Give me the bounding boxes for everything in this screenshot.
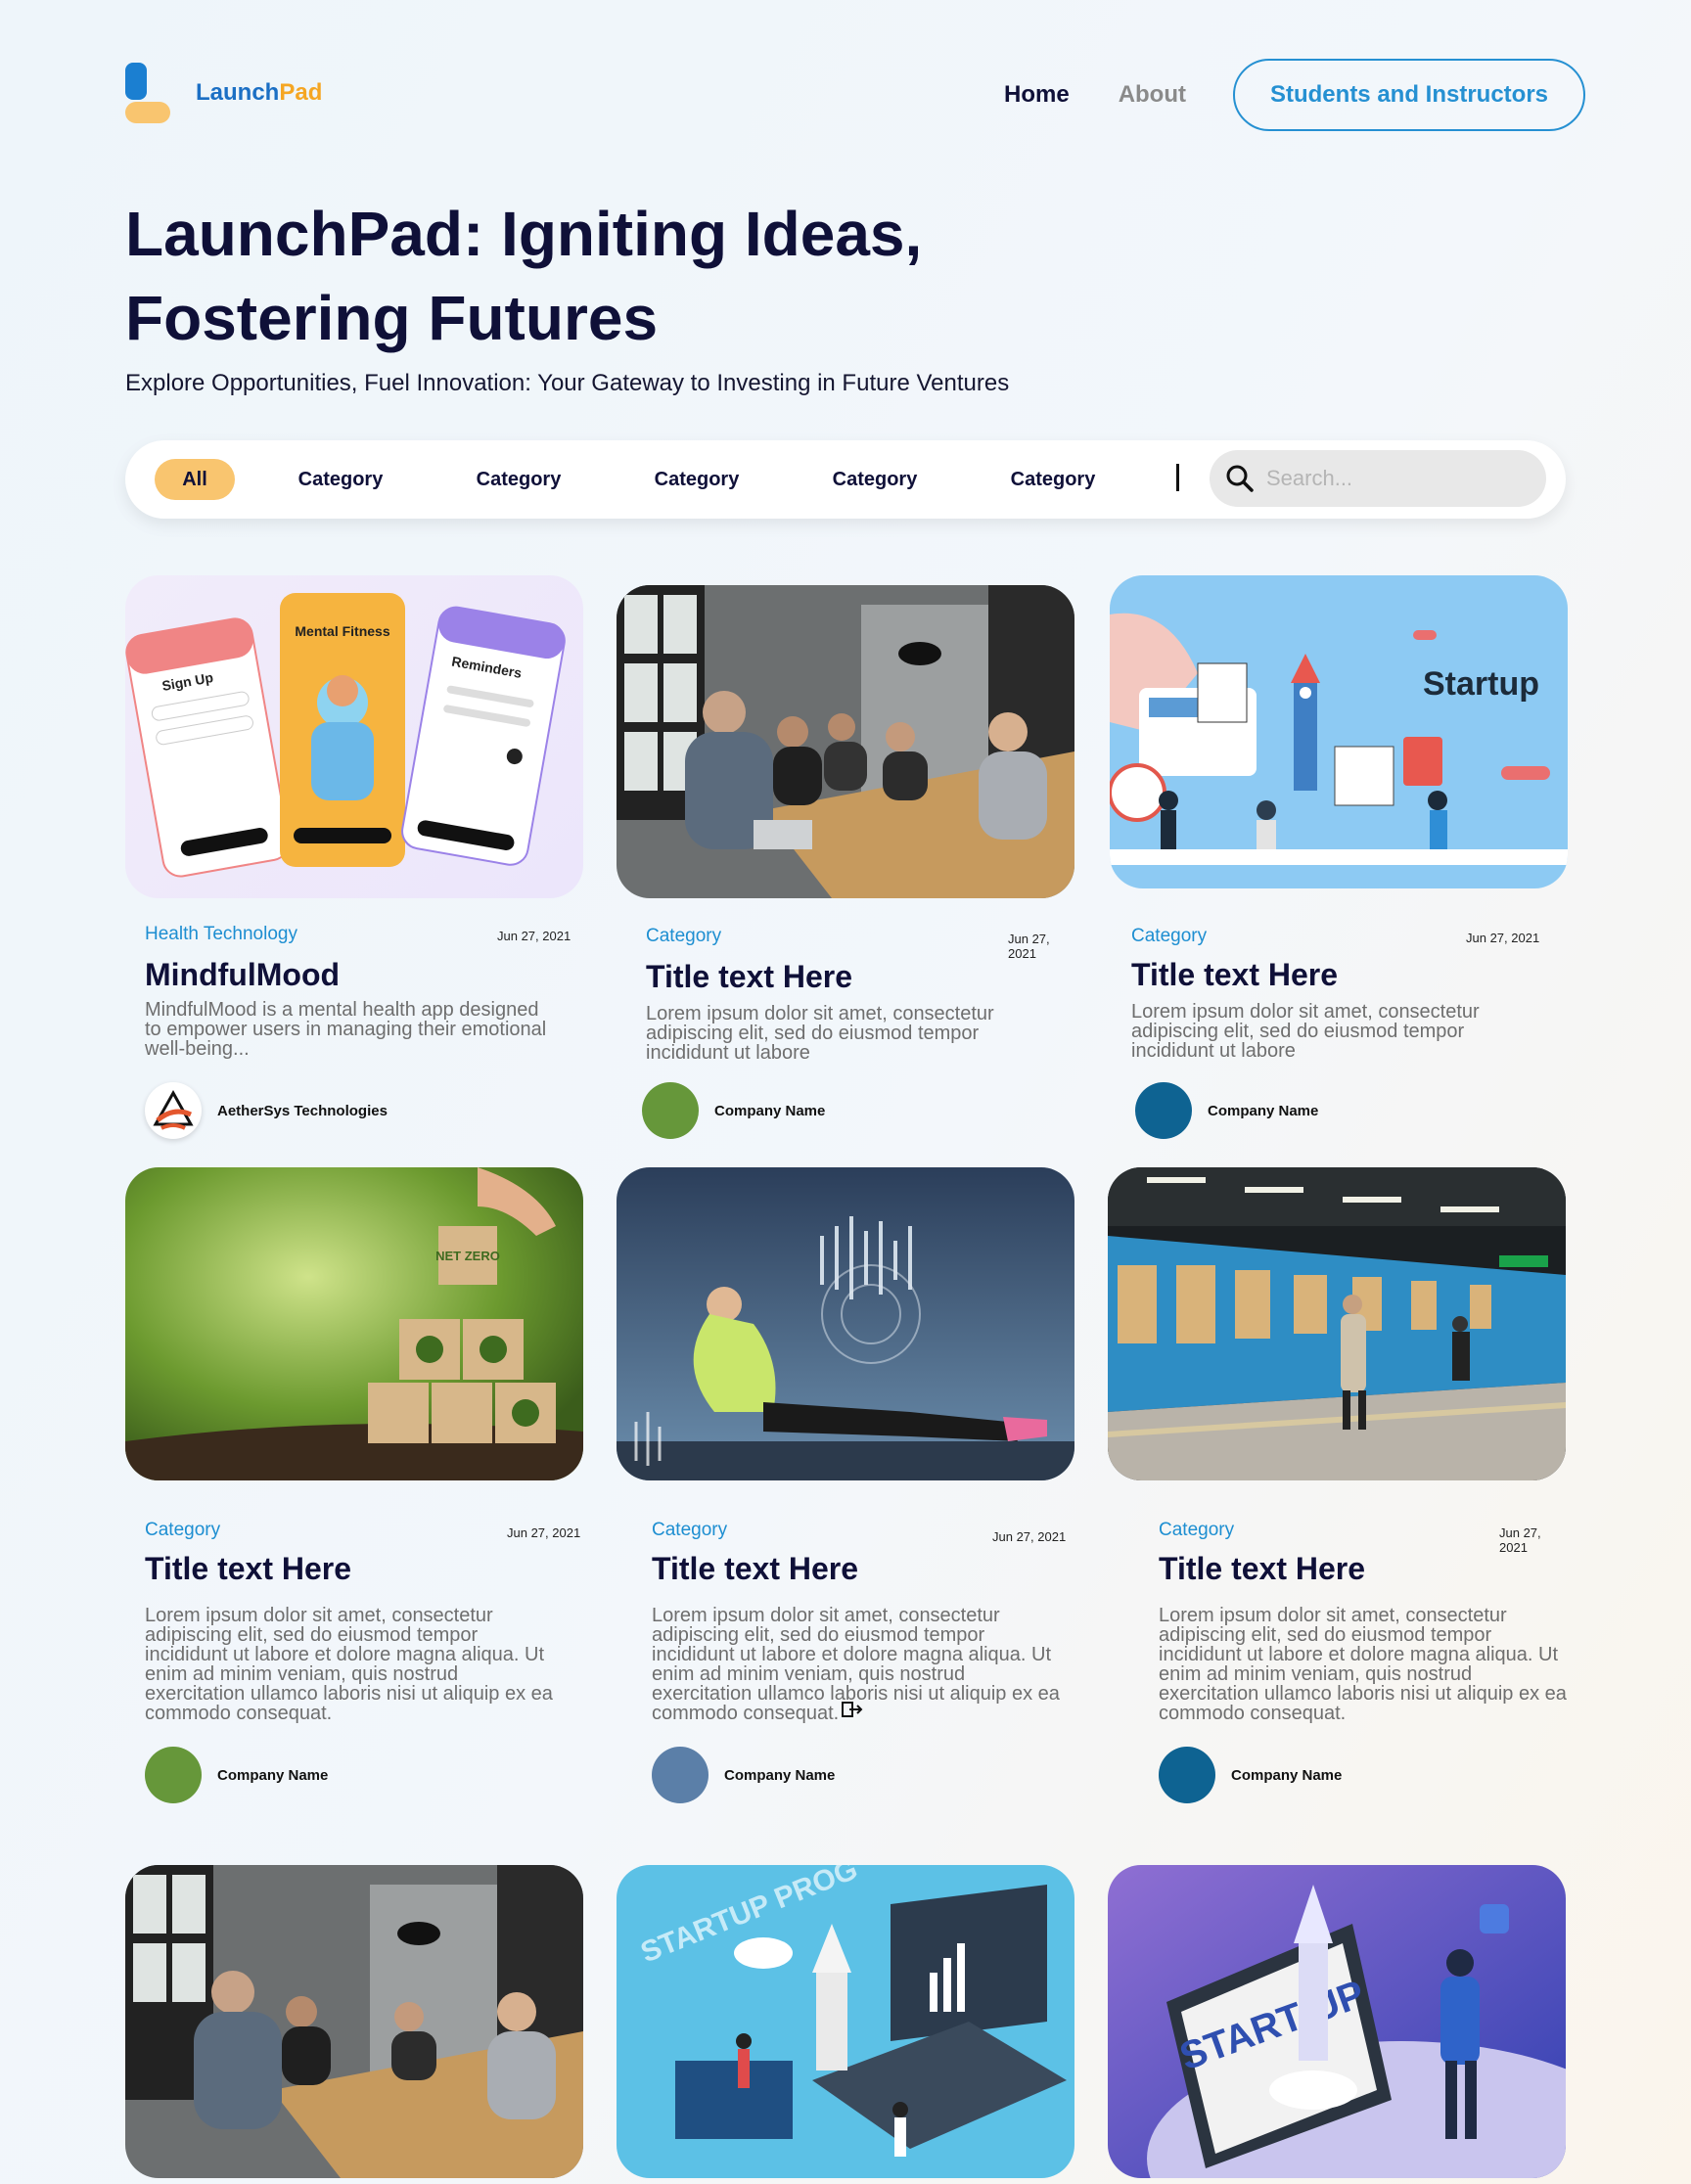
- nav-about[interactable]: About: [1119, 81, 1186, 109]
- filter-chip-category-5[interactable]: Category: [1004, 459, 1102, 500]
- students-instructors-button[interactable]: Students and Instructors: [1233, 59, 1585, 131]
- project-card[interactable]: Sign Up Mental Fitness Reminders Health: [125, 575, 583, 1143]
- company-name: Company Name: [724, 1766, 836, 1784]
- company-logo-icon: [145, 1082, 202, 1139]
- search-icon: [1226, 465, 1254, 492]
- brand-name-part2: Pad: [279, 79, 323, 106]
- project-card[interactable]: Category Jun 27, 2021 Title text Here Lo…: [617, 585, 1074, 1143]
- card-category[interactable]: Category: [646, 926, 721, 947]
- brand-name: LaunchPad: [196, 79, 322, 107]
- project-card[interactable]: STARTUP PROG: [617, 1865, 1074, 2178]
- card-date: Jun 27, 2021: [497, 929, 571, 943]
- brand-name-part1: Launch: [196, 79, 280, 106]
- card-title[interactable]: Title text Here: [1131, 957, 1338, 993]
- company-avatar: [642, 1082, 699, 1139]
- logo-mark-icon: [125, 63, 170, 123]
- card-title[interactable]: Title text Here: [1159, 1551, 1365, 1587]
- company-avatar: [1135, 1082, 1192, 1139]
- card-date: Jun 27, 2021: [1008, 932, 1050, 961]
- card-image-app-screens: Sign Up Mental Fitness Reminders: [125, 575, 583, 898]
- app-fitness-text: Mental Fitness: [295, 623, 389, 639]
- card-company[interactable]: Company Name: [1135, 1082, 1318, 1139]
- logout-cursor-icon: [842, 1702, 863, 1717]
- card-title[interactable]: MindfulMood: [145, 957, 340, 993]
- card-image-start-up-rocket: START UP: [1108, 1865, 1566, 2178]
- card-image-metro-train: [1108, 1167, 1566, 1480]
- card-image-fitness-tech: [617, 1167, 1074, 1480]
- company-name: Company Name: [714, 1102, 826, 1119]
- company-name: Company Name: [217, 1766, 329, 1784]
- company-name: AetherSys Technologies: [217, 1102, 388, 1119]
- card-category[interactable]: Category: [145, 1520, 220, 1541]
- card-category[interactable]: Category: [1131, 926, 1207, 947]
- project-card[interactable]: NET ZERO Category Jun 27, 2021 Title tex…: [125, 1167, 583, 1813]
- card-image-meeting-room: [125, 1865, 583, 2178]
- card-company[interactable]: Company Name: [652, 1747, 835, 1803]
- brand-logo[interactable]: LaunchPad: [125, 63, 322, 123]
- card-description: Lorem ipsum dolor sit amet, consectetur …: [145, 1605, 553, 1724]
- card-description: Lorem ipsum dolor sit amet, consectetur …: [1159, 1605, 1567, 1724]
- project-card[interactable]: START UP: [1108, 1865, 1566, 2178]
- card-category[interactable]: Category: [652, 1520, 727, 1541]
- page-title: LaunchPad: Igniting Ideas, Fostering Fut…: [125, 199, 923, 353]
- project-card[interactable]: Category Jun 27, 2021 Title text Here Lo…: [1108, 1167, 1567, 1813]
- search-input[interactable]: [1266, 466, 1531, 491]
- card-image-meeting-room: [617, 585, 1074, 898]
- card-description: Lorem ipsum dolor sit amet, consectetur …: [646, 1003, 994, 1064]
- card-date: Jun 27, 2021: [507, 1525, 581, 1540]
- card-description: MindfulMood is a mental health app desig…: [145, 999, 547, 1060]
- card-image-netzero-blocks: NET ZERO: [125, 1167, 583, 1480]
- card-title[interactable]: Title text Here: [646, 959, 852, 995]
- card-category[interactable]: Category: [1159, 1520, 1234, 1541]
- project-card[interactable]: [125, 1865, 583, 2178]
- card-company[interactable]: Company Name: [1159, 1747, 1342, 1803]
- card-description: Lorem ipsum dolor sit amet, consectetur …: [1131, 1001, 1480, 1062]
- search-box[interactable]: [1210, 450, 1546, 507]
- company-name: Company Name: [1208, 1102, 1319, 1119]
- nav-home[interactable]: Home: [1004, 81, 1070, 109]
- card-date: Jun 27, 2021: [1466, 931, 1540, 945]
- card-title[interactable]: Title text Here: [145, 1551, 351, 1587]
- main-nav: Home About Students and Instructors: [1004, 59, 1585, 131]
- card-date: Jun 27, 2021: [1499, 1525, 1541, 1555]
- filter-chip-category-3[interactable]: Category: [648, 459, 746, 500]
- card-company[interactable]: Company Name: [642, 1082, 825, 1139]
- company-avatar: [145, 1747, 202, 1803]
- card-date: Jun 27, 2021: [992, 1529, 1067, 1544]
- card-image-startup-program: STARTUP PROG: [617, 1865, 1074, 2178]
- page-subtitle: Explore Opportunities, Fuel Innovation: …: [125, 370, 1010, 396]
- project-card[interactable]: Startup Category Jun 27, 2021 Title text…: [1110, 575, 1568, 1143]
- filter-bar: All Category Category Category Category …: [125, 440, 1566, 519]
- filter-divider: [1176, 464, 1179, 491]
- card-image-startup-illustration: Startup: [1110, 575, 1568, 888]
- card-category[interactable]: Health Technology: [145, 924, 297, 945]
- startup-illustration-title: Startup: [1423, 665, 1539, 703]
- card-company[interactable]: AetherSys Technologies: [145, 1082, 388, 1139]
- card-company[interactable]: Company Name: [145, 1747, 328, 1803]
- netzero-text: NET ZERO: [435, 1249, 500, 1263]
- filter-chip-category-1[interactable]: Category: [292, 459, 389, 500]
- filter-chip-category-4[interactable]: Category: [826, 459, 924, 500]
- company-avatar: [652, 1747, 708, 1803]
- card-title[interactable]: Title text Here: [652, 1551, 858, 1587]
- company-name: Company Name: [1231, 1766, 1343, 1784]
- company-avatar: [1159, 1747, 1215, 1803]
- filter-chip-category-2[interactable]: Category: [470, 459, 568, 500]
- filter-chip-all[interactable]: All: [155, 459, 235, 500]
